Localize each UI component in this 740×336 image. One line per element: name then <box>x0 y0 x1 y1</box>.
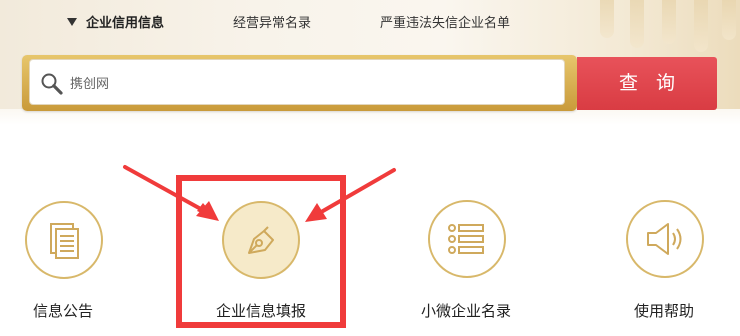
annotation-arrows <box>123 165 396 222</box>
arrow-left-shaft <box>123 165 210 215</box>
arrow-right-shaft <box>314 168 396 217</box>
